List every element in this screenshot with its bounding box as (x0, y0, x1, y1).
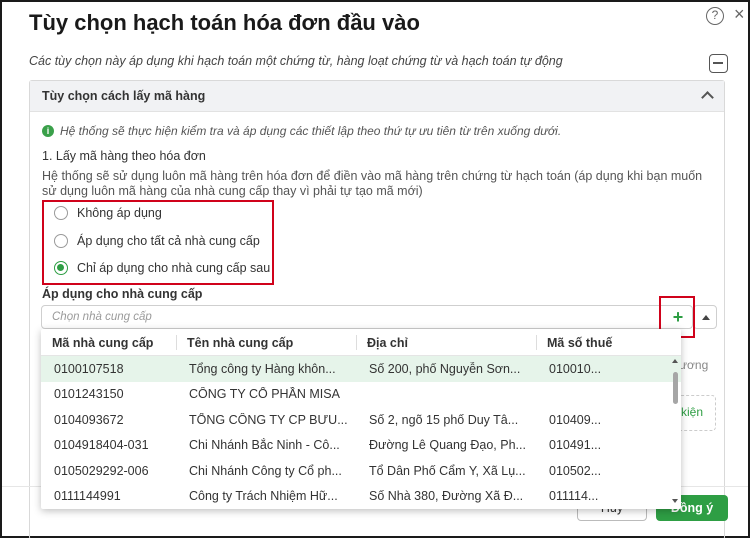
dropdown-header: Mã nhà cung cấp Tên nhà cung cấp Địa chỉ… (41, 329, 681, 356)
cell-address: Số 200, phố Nguyễn Sơn... (369, 361, 521, 376)
cell-code: 0111144991 (54, 489, 121, 504)
cell-code: 0104093672 (54, 412, 124, 427)
cell-name: Công ty Trách Nhiệm Hữ... (189, 489, 338, 504)
cell-name: Tổng công ty Hàng khôn... (189, 361, 336, 376)
column-header-tax: Mã số thuế (536, 329, 666, 355)
cell-address: Số 2, ngõ 15 phố Duy Tâ... (369, 412, 519, 427)
column-header-code: Mã nhà cung cấp (52, 336, 154, 350)
cell-address: Đường Lê Quang Đạo, Ph... (369, 438, 526, 453)
info-icon: i (42, 125, 54, 137)
cell-code: 0100107518 (54, 361, 124, 376)
radio-button[interactable] (54, 234, 68, 248)
radio-button-checked[interactable] (54, 261, 68, 275)
cell-tax: 010491... (549, 438, 602, 453)
section-header[interactable]: Tùy chọn cách lấy mã hàng (30, 81, 724, 112)
scroll-down-arrow-icon[interactable] (672, 499, 678, 503)
apply-supplier-label: Áp dụng cho nhà cung cấp (42, 287, 203, 301)
option-description: Hệ thống sẽ sử dụng luôn mã hàng trên hó… (42, 169, 703, 198)
supplier-row[interactable]: 0104093672 TỔNG CÔNG TY CP BƯU... Số 2, … (41, 407, 681, 433)
cell-code: 0105029292-006 (54, 463, 149, 478)
cell-name: TỔNG CÔNG TY CP BƯU... (189, 412, 348, 427)
option-title: 1. Lấy mã hàng theo hóa đơn (42, 149, 206, 163)
dialog-subtitle: Các tùy chọn này áp dụng khi hạch toán m… (29, 54, 563, 68)
cell-code: 0101243150 (54, 387, 124, 402)
collapse-all-icon[interactable] (709, 54, 728, 73)
info-text: Hệ thống sẽ thực hiện kiểm tra và áp dụn… (60, 124, 562, 138)
supplier-select[interactable]: Chọn nhà cung cấp (41, 305, 693, 329)
add-supplier-button[interactable]: + (668, 304, 688, 330)
supplier-row[interactable]: 0111144991 Công ty Trách Nhiệm Hữ... Số … (41, 484, 681, 510)
dialog-title: Tùy chọn hạch toán hóa đơn đầu vào (29, 10, 420, 35)
dropdown-scrollbar[interactable] (671, 357, 680, 507)
help-icon[interactable]: ? (706, 7, 724, 25)
cell-tax: 010010... (549, 361, 602, 376)
radio-label: Áp dụng cho tất cả nhà cung cấp (77, 234, 260, 248)
cell-tax: 010502... (549, 463, 602, 478)
scroll-up-arrow-icon[interactable] (672, 359, 678, 363)
background-partial-text: ương (679, 358, 709, 372)
chevron-up-icon[interactable] (701, 91, 714, 104)
scrollbar-thumb[interactable] (673, 372, 678, 404)
radio-group: Không áp dụng Áp dụng cho tất cả nhà cun… (42, 200, 274, 285)
supplier-row[interactable]: 0100107518 Tổng công ty Hàng khôn... Số … (41, 356, 681, 382)
cell-tax: 011114... (549, 489, 599, 504)
cell-name: Chi Nhánh Bắc Ninh - Cô... (189, 438, 340, 453)
supplier-row[interactable]: 0104918404-031 Chi Nhánh Bắc Ninh - Cô..… (41, 433, 681, 459)
cell-address: Tổ Dân Phố Cẩm Y, Xã Lụ... (369, 463, 526, 478)
cell-tax: 010409... (549, 412, 602, 427)
supplier-dropdown-list: Mã nhà cung cấp Tên nhà cung cấp Địa chỉ… (41, 329, 681, 509)
radio-apply-all[interactable]: Áp dụng cho tất cả nhà cung cấp (54, 234, 260, 248)
close-icon[interactable]: × (734, 4, 745, 25)
supplier-row[interactable]: 0101243150 CÔNG TY CỔ PHẦN MISA (41, 382, 681, 408)
cell-code: 0104918404-031 (54, 438, 149, 453)
column-header-name: Tên nhà cung cấp (176, 329, 356, 355)
section-title: Tùy chọn cách lấy mã hàng (42, 89, 206, 103)
dropdown-toggle-button[interactable] (693, 305, 717, 329)
radio-apply-selected[interactable]: Chỉ áp dụng cho nhà cung cấp sau (54, 261, 270, 275)
radio-label: Chỉ áp dụng cho nhà cung cấp sau (77, 261, 271, 275)
cell-address: Số Nhà 380, Đường Xã Đ... (369, 489, 524, 504)
supplier-row[interactable]: 0105029292-006 Chi Nhánh Công ty Cổ ph..… (41, 458, 681, 484)
radio-label: Không áp dụng (77, 206, 162, 220)
background-partial-link[interactable]: kiện (681, 405, 703, 419)
info-message: i Hệ thống sẽ thực hiện kiểm tra và áp d… (42, 124, 561, 138)
radio-not-apply[interactable]: Không áp dụng (54, 206, 162, 220)
column-header-address: Địa chỉ (356, 329, 536, 355)
cell-name: CÔNG TY CỔ PHẦN MISA (189, 387, 340, 402)
radio-button[interactable] (54, 206, 68, 220)
cell-name: Chi Nhánh Công ty Cổ ph... (189, 463, 342, 478)
